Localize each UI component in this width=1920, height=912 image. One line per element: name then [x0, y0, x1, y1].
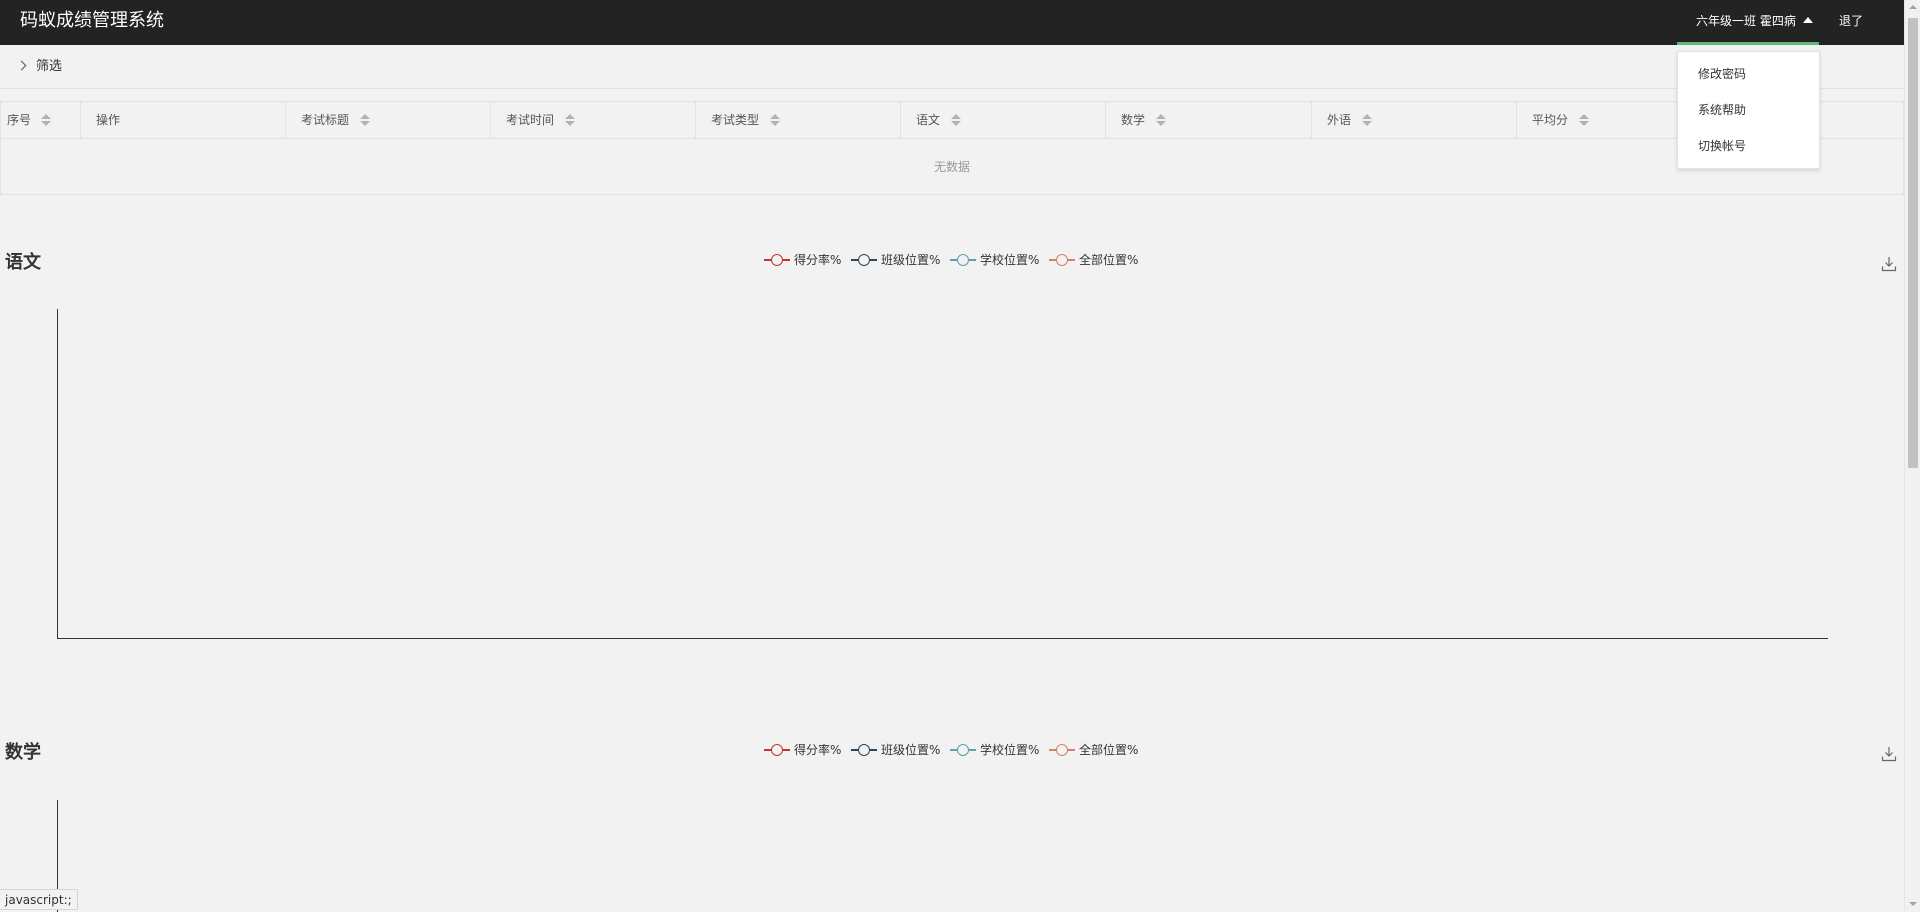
scrollbar-thumb[interactable] — [1908, 18, 1918, 468]
circle-marker-icon — [957, 254, 969, 266]
menu-item-system-help[interactable]: 系统帮助 — [1678, 95, 1819, 125]
column-label: 考试时间 — [506, 113, 555, 127]
chevron-right-icon — [16, 60, 27, 71]
column-header-index[interactable]: 序号 — [1, 102, 81, 138]
chart-title: 数学 — [5, 742, 41, 763]
column-header-chinese[interactable]: 语文 — [901, 102, 1106, 138]
sort-icon[interactable] — [770, 114, 780, 126]
vertical-scrollbar[interactable] — [1904, 0, 1920, 912]
column-label: 考试标题 — [301, 113, 350, 127]
chart-chinese: 语文 得分率% 班级位置% 学校位置% 全部位置% — [0, 250, 1904, 640]
circle-marker-icon — [858, 744, 870, 756]
logout-link[interactable]: 退了 — [1839, 14, 1863, 28]
table-empty-text: 无数据 — [933, 160, 970, 174]
user-menu-toggle[interactable]: 六年级一班 霍四病 — [1677, 0, 1819, 45]
column-header-actions: 操作 — [81, 102, 286, 138]
download-icon[interactable] — [1881, 256, 1897, 272]
user-name: 六年级一班 霍四病 — [1696, 14, 1796, 28]
download-icon[interactable] — [1881, 746, 1897, 762]
legend-label: 全部位置% — [1079, 743, 1139, 757]
scroll-up-arrow-icon[interactable] — [1909, 5, 1917, 9]
sort-icon[interactable] — [1156, 114, 1166, 126]
legend-label: 得分率% — [794, 253, 842, 267]
sort-icon[interactable] — [951, 114, 961, 126]
sort-icon[interactable] — [1579, 114, 1589, 126]
sort-icon[interactable] — [360, 114, 370, 126]
menu-item-switch-account[interactable]: 切换帐号 — [1678, 131, 1819, 161]
column-header-exam-title[interactable]: 考试标题 — [286, 102, 491, 138]
top-navbar: 码蚁成绩管理系统 六年级一班 霍四病 退了 — [0, 0, 1920, 45]
chart-title: 语文 — [5, 252, 41, 273]
legend-label: 全部位置% — [1079, 253, 1139, 267]
status-bar-url: javascript:; — [0, 889, 78, 910]
column-label: 考试类型 — [711, 113, 760, 127]
circle-marker-icon — [771, 744, 783, 756]
circle-marker-icon — [771, 254, 783, 266]
sort-icon[interactable] — [565, 114, 575, 126]
sort-icon[interactable] — [41, 114, 51, 126]
legend-label: 班级位置% — [881, 743, 941, 757]
circle-marker-icon — [858, 254, 870, 266]
column-header-math[interactable]: 数学 — [1106, 102, 1312, 138]
app-title: 码蚁成绩管理系统 — [20, 10, 164, 31]
caret-up-icon — [1803, 17, 1813, 23]
user-dropdown-menu: 修改密码 系统帮助 切换帐号 — [1677, 51, 1820, 169]
scroll-down-arrow-icon[interactable] — [1909, 902, 1917, 906]
column-label: 外语 — [1327, 113, 1352, 127]
chart-plot-area — [57, 309, 1828, 639]
column-header-exam-type[interactable]: 考试类型 — [696, 102, 901, 138]
sort-icon[interactable] — [1362, 114, 1372, 126]
circle-marker-icon — [1056, 254, 1068, 266]
column-label: 数学 — [1121, 113, 1146, 127]
scores-table: 序号 操作 考试标题 考试时间 考试类型 语文 数学 外语 平均分 无数据 — [0, 101, 1904, 195]
legend-label: 班级位置% — [881, 253, 941, 267]
column-label: 平均分 — [1532, 113, 1569, 127]
column-label: 序号 — [7, 113, 32, 127]
filter-panel[interactable]: 筛选 — [0, 45, 1904, 89]
column-header-english[interactable]: 外语 — [1312, 102, 1517, 138]
column-label: 语文 — [916, 113, 941, 127]
circle-marker-icon — [1056, 744, 1068, 756]
chart-math: 数学 得分率% 班级位置% 学校位置% 全部位置% — [0, 740, 1904, 912]
menu-item-change-password[interactable]: 修改密码 — [1678, 59, 1819, 89]
column-label: 操作 — [96, 113, 121, 127]
legend-label: 学校位置% — [980, 253, 1040, 267]
legend-label: 学校位置% — [980, 743, 1040, 757]
table-header: 序号 操作 考试标题 考试时间 考试类型 语文 数学 外语 平均分 — [1, 102, 1903, 139]
circle-marker-icon — [957, 744, 969, 756]
legend-label: 得分率% — [794, 743, 842, 757]
filter-label: 筛选 — [36, 59, 63, 74]
column-header-exam-time[interactable]: 考试时间 — [491, 102, 696, 138]
